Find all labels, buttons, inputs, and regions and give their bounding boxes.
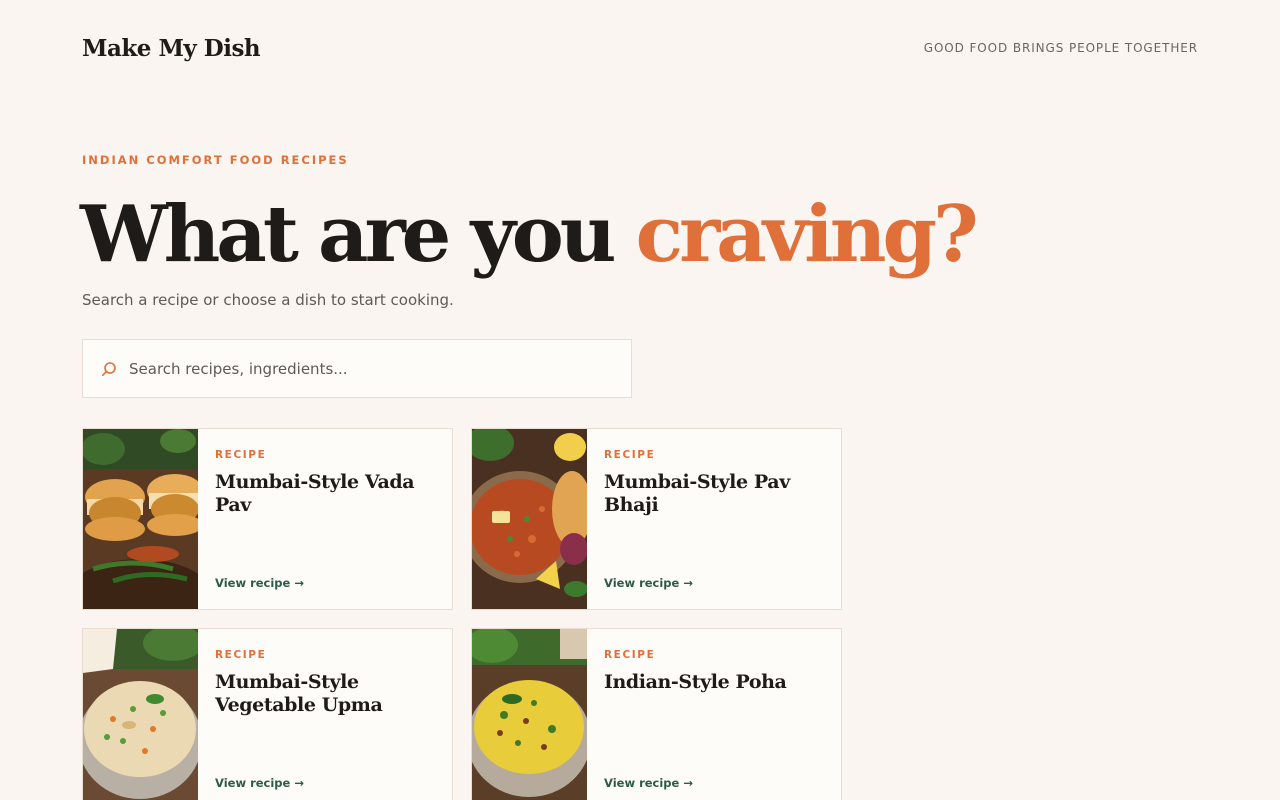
recipe-card-vegetable-upma[interactable]: RECIPE Mumbai-Style Vegetable Upma View … — [82, 628, 453, 800]
search-input[interactable] — [127, 340, 631, 397]
view-recipe-link[interactable]: View recipe → — [215, 576, 304, 590]
view-recipe-link[interactable]: View recipe → — [604, 576, 693, 590]
brand-logo-link[interactable]: Make My Dish — [82, 35, 261, 62]
recipe-title: Indian-Style Poha — [604, 671, 787, 693]
recipe-label: RECIPE — [215, 649, 267, 661]
recipe-card-pav-bhaji[interactable]: RECIPE Mumbai-Style Pav Bhaji View recip… — [471, 428, 842, 610]
hero-subheading: Search a recipe or choose a dish to star… — [82, 291, 454, 309]
recipe-card-poha[interactable]: RECIPE Indian-Style Poha View recipe → — [471, 628, 842, 800]
poha-photo — [472, 629, 587, 800]
recipe-label: RECIPE — [604, 449, 656, 461]
pav-bhaji-photo — [472, 429, 587, 609]
vegetable-upma-photo — [83, 629, 198, 800]
view-recipe-link[interactable]: View recipe → — [215, 776, 304, 790]
recipe-title: Mumbai-Style Vada Pav — [215, 471, 415, 516]
recipe-card-body: RECIPE Mumbai-Style Pav Bhaji View recip… — [587, 429, 841, 609]
recipe-title: Mumbai-Style Vegetable Upma — [215, 671, 383, 716]
view-recipe-link[interactable]: View recipe → — [604, 776, 693, 790]
site-tagline: GOOD FOOD BRINGS PEOPLE TOGETHER — [923, 41, 1198, 55]
recipe-card-body: RECIPE Mumbai-Style Vegetable Upma View … — [198, 629, 452, 800]
hero-headline-main: What are you — [80, 189, 617, 280]
vada-pav-photo — [83, 429, 198, 609]
recipe-title: Mumbai-Style Pav Bhaji — [604, 471, 790, 516]
recipe-card-vada-pav[interactable]: RECIPE Mumbai-Style Vada Pav View recipe… — [82, 428, 453, 610]
hero-eyebrow: INDIAN COMFORT FOOD RECIPES — [82, 153, 349, 167]
page: Make My Dish GOOD FOOD BRINGS PEOPLE TOG… — [0, 0, 1280, 800]
recipe-grid: RECIPE Mumbai-Style Vada Pav View recipe… — [82, 428, 842, 800]
search-icon — [83, 361, 127, 377]
hero-headline-accent: craving? — [635, 189, 979, 280]
recipe-label: RECIPE — [215, 449, 267, 461]
recipe-card-body: RECIPE Mumbai-Style Vada Pav View recipe… — [198, 429, 452, 609]
search-box[interactable] — [82, 339, 632, 398]
recipe-card-body: RECIPE Indian-Style Poha View recipe → — [587, 629, 841, 800]
hero-headline: What are you craving? — [80, 189, 979, 280]
recipe-label: RECIPE — [604, 649, 656, 661]
site-header: Make My Dish GOOD FOOD BRINGS PEOPLE TOG… — [82, 30, 1198, 66]
